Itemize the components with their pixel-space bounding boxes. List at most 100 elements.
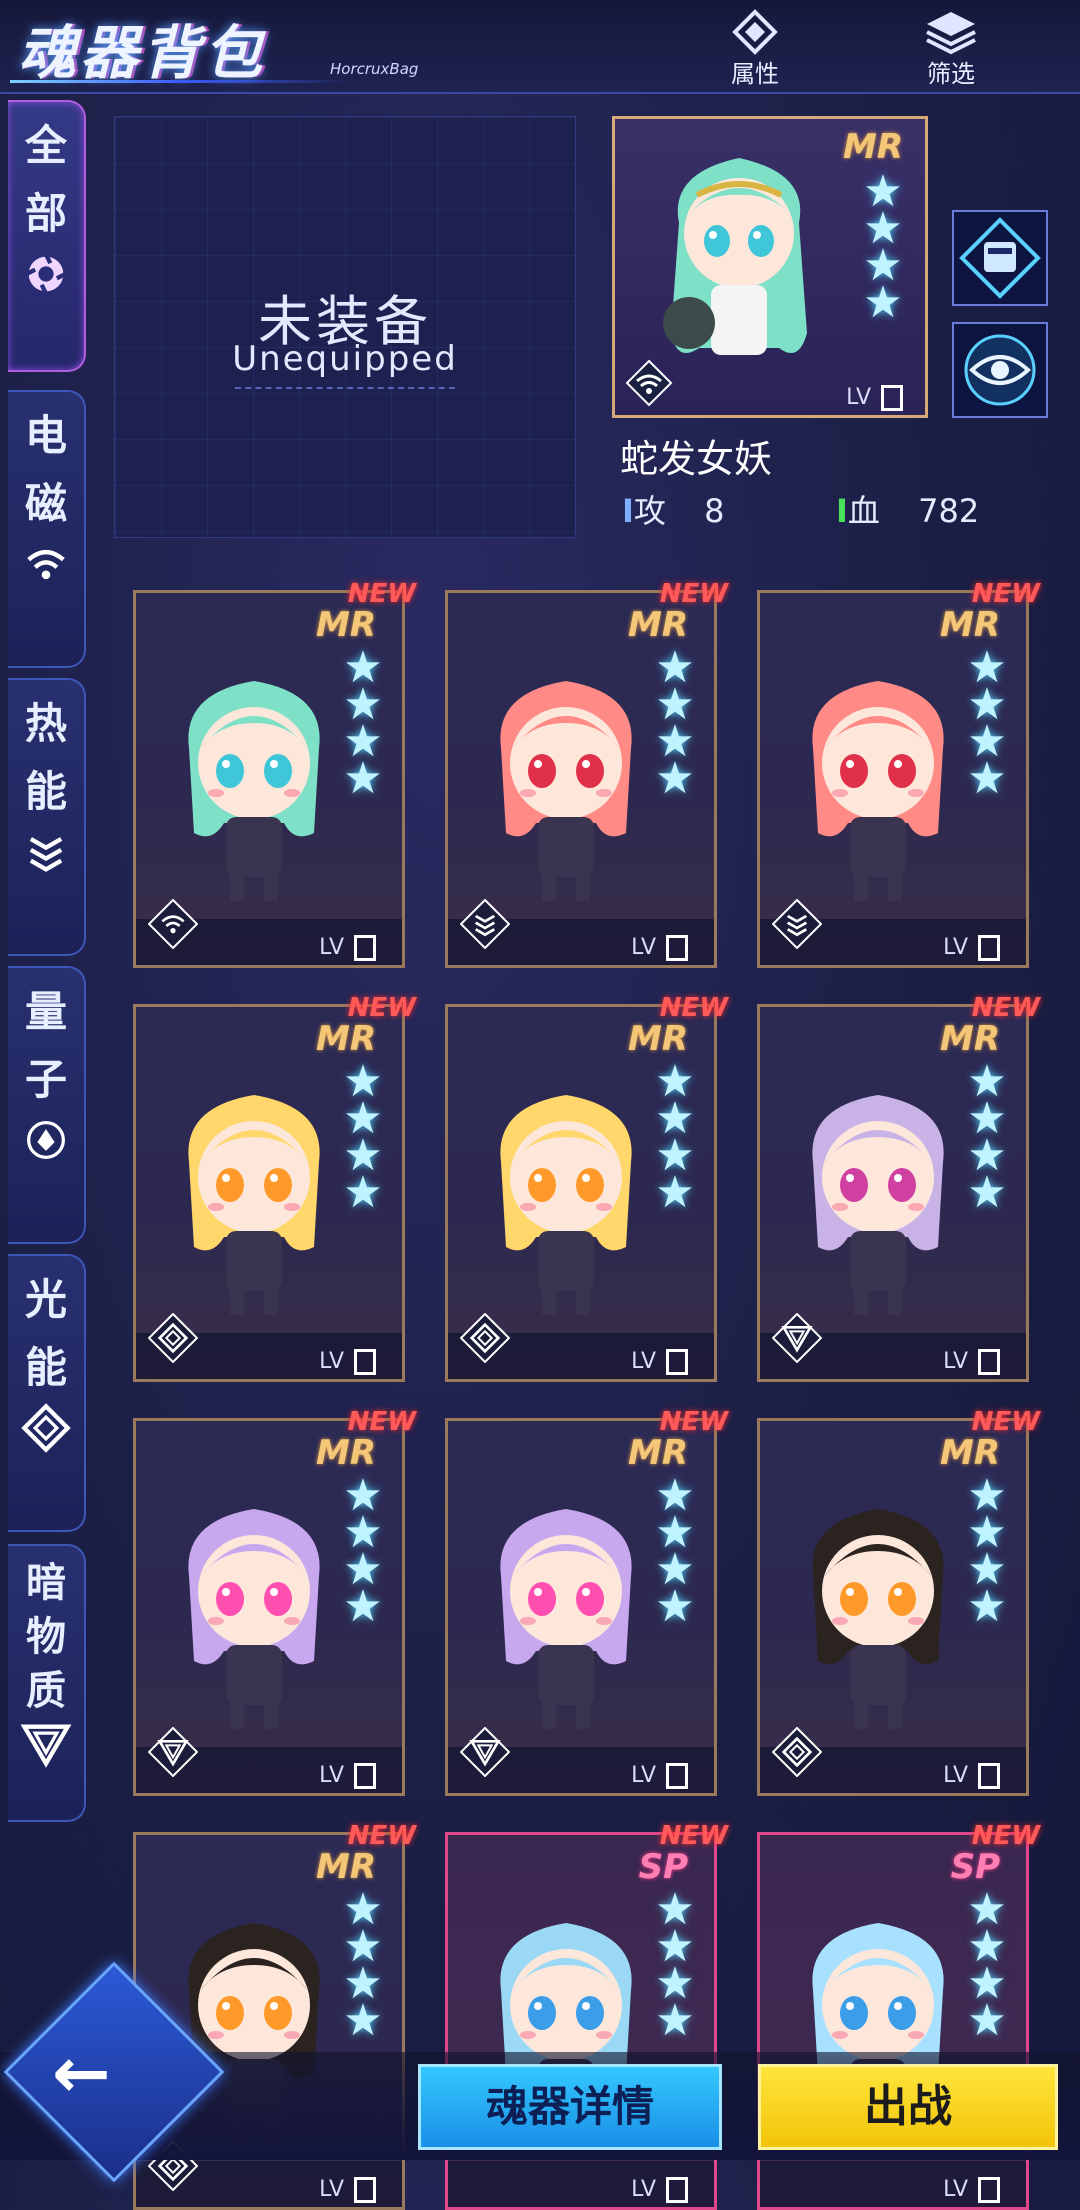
battle-button[interactable]: 出战 xyxy=(758,2064,1058,2150)
level-indicator: LV xyxy=(943,1349,1000,1375)
level-value-box xyxy=(978,1349,1000,1375)
star-icon: ★ xyxy=(967,1995,1007,2046)
light-diamond-icon xyxy=(771,1726,823,1781)
attribute-button[interactable]: 属性 xyxy=(700,8,810,90)
rank-label: MR xyxy=(627,1433,688,1473)
page-title: 魂器背包 xyxy=(18,19,267,87)
fist-shield-icon[interactable] xyxy=(952,210,1048,306)
star-icon: ★ xyxy=(863,277,903,328)
back-arrow-icon: ← xyxy=(52,2032,111,2114)
character-portrait xyxy=(188,1509,320,1729)
horcrux-card-gauntlet-girl[interactable]: NEW MR ★ ★ ★ ★ LV xyxy=(133,993,416,1382)
star-icon: ★ xyxy=(967,753,1007,804)
light-diamond-icon xyxy=(147,1312,199,1367)
level-label: LV xyxy=(943,935,968,960)
horcrux-card-spear-girl[interactable]: NEW MR ★ ★ ★ ★ LV xyxy=(757,579,1040,968)
level-indicator: LV xyxy=(631,1349,688,1375)
star-rating: ★ ★ ★ ★ xyxy=(650,646,700,801)
level-indicator: LV xyxy=(319,1349,376,1375)
character-portrait xyxy=(500,681,632,901)
character-portrait xyxy=(812,1095,944,1315)
featured-character-portrait xyxy=(663,158,807,355)
sidebar-tab-1[interactable]: 电磁 xyxy=(8,390,86,668)
level-value-box xyxy=(666,2177,688,2203)
level-label: LV xyxy=(631,1349,656,1374)
star-icon: ★ xyxy=(655,1995,695,2046)
thermal-icon xyxy=(8,826,84,882)
star-rating: ★ ★ ★ ★ xyxy=(962,646,1012,804)
rank-label: MR xyxy=(939,605,1000,645)
attack-stat: I攻 8 xyxy=(622,492,725,530)
level-value-box xyxy=(354,1763,376,1789)
horcrux-card-scythe-girl[interactable]: NEW MR ★ ★ ★ ★ LV xyxy=(133,1407,416,1796)
character-portrait xyxy=(812,681,944,901)
featured-stars: ★ ★ ★ ★ xyxy=(859,170,907,328)
filter-button[interactable]: 筛选 xyxy=(896,8,1006,90)
horcrux-card-gauntlet-girl[interactable]: NEW MR ★ ★ ★ ★ LV xyxy=(445,993,728,1382)
star-rating: ★ ★ ★ ★ xyxy=(650,1474,700,1629)
equip-slot[interactable]: 未装备 Unequipped xyxy=(114,116,576,538)
star-icon: ★ xyxy=(343,753,383,804)
dark-triangle-icon xyxy=(147,1726,199,1781)
dark-triangle-icon xyxy=(459,1726,511,1781)
star-icon: ★ xyxy=(343,1995,383,2046)
character-portrait xyxy=(188,1095,320,1315)
sidebar-tab-2[interactable]: 热能 xyxy=(8,678,86,956)
quantum-icon xyxy=(8,1114,84,1170)
featured-horcrux-card[interactable]: MR ★ ★ ★ ★ LV xyxy=(612,116,928,418)
thermal-icon xyxy=(459,898,511,953)
horcrux-card-scythe-girl[interactable]: NEW MR ★ ★ ★ ★ LV xyxy=(445,1407,728,1796)
level-indicator: LV xyxy=(319,2177,376,2203)
dark-triangle-icon xyxy=(8,1718,84,1774)
horcrux-card-gorgon[interactable]: NEW MR ★ ★ ★ ★ LV xyxy=(133,579,416,968)
level-label: LV xyxy=(631,935,656,960)
character-portrait xyxy=(500,1095,632,1315)
sidebar-tab-3[interactable]: 量子 xyxy=(8,966,86,1244)
star-icon: ★ xyxy=(343,1581,383,1632)
all-icon xyxy=(8,248,84,304)
horcrux-card-spear-girl[interactable]: NEW MR ★ ★ ★ ★ LV xyxy=(445,579,728,968)
attack-value: 8 xyxy=(704,492,725,530)
sidebar-tab-4[interactable]: 光能 xyxy=(8,1254,86,1532)
horcrux-detail-button[interactable]: 魂器详情 xyxy=(418,2064,722,2150)
rank-label: MR xyxy=(315,1847,376,1887)
wifi-icon xyxy=(147,898,199,953)
sidebar-tab-label: 热能 xyxy=(24,699,67,816)
level-label: LV xyxy=(943,1349,968,1374)
level-label: LV xyxy=(319,2177,344,2202)
filter-label: 筛选 xyxy=(927,60,975,88)
level-value-box xyxy=(666,1763,688,1789)
attribute-label: 属性 xyxy=(731,60,779,88)
eye-icon[interactable] xyxy=(952,322,1048,418)
rank-label: MR xyxy=(627,1019,688,1059)
sidebar-tab-0[interactable]: 全部 xyxy=(8,100,86,372)
horcrux-card-oni-mask-girl[interactable]: NEW MR ★ ★ ★ ★ LV xyxy=(757,993,1040,1382)
rank-label: MR xyxy=(315,1433,376,1473)
character-portrait xyxy=(188,681,320,901)
star-rating: ★ ★ ★ ★ xyxy=(962,1888,1012,2046)
level-indicator: LV xyxy=(943,935,1000,961)
attribute-icon xyxy=(732,9,778,55)
horcrux-card-bell-girl[interactable]: NEW MR ★ ★ ★ ★ LV xyxy=(757,1407,1040,1796)
level-indicator: LV xyxy=(631,935,688,961)
rank-label: MR xyxy=(315,605,376,645)
level-indicator: LV xyxy=(319,1763,376,1789)
star-rating: ★ ★ ★ ★ xyxy=(650,1888,700,2046)
character-portrait xyxy=(500,1509,632,1729)
character-portrait xyxy=(812,1509,944,1729)
sidebar-tab-label: 量子 xyxy=(24,987,67,1104)
sidebar-tab-label: 全部 xyxy=(24,121,67,238)
attack-label: 攻 xyxy=(633,492,666,530)
sidebar-tab-5[interactable]: 暗物质 xyxy=(8,1544,86,1822)
level-indicator: LV xyxy=(631,1763,688,1789)
sidebar-tab-label: 电磁 xyxy=(24,411,67,528)
light-diamond-icon xyxy=(8,1402,84,1458)
sidebar-tab-label: 光能 xyxy=(24,1275,67,1392)
page-subtitle: HorcruxBag xyxy=(330,60,419,78)
level-indicator: LV xyxy=(943,1763,1000,1789)
sidebar-tab-label: 暗物质 xyxy=(26,1560,66,1714)
level-value-box xyxy=(978,1763,1000,1789)
level-label: LV xyxy=(943,1763,968,1788)
hp-label: 血 xyxy=(847,492,880,530)
layers-icon xyxy=(926,12,976,55)
